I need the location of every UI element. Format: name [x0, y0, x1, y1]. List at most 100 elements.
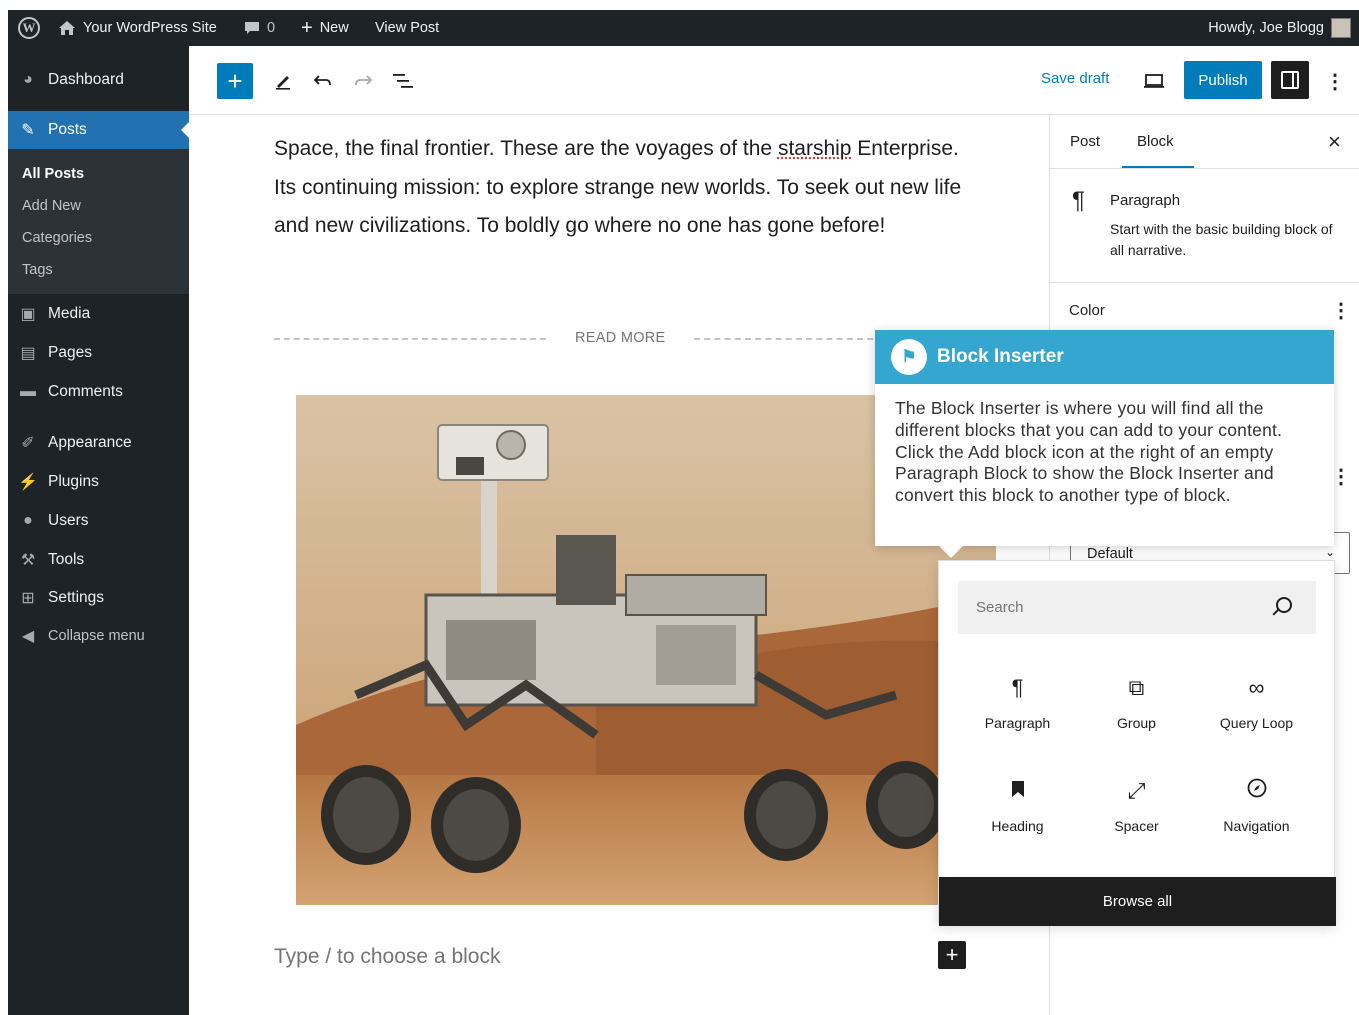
menu-collapse[interactable]: ◀ Collapse menu	[8, 617, 189, 655]
submenu-all-posts[interactable]: All Posts	[22, 166, 84, 182]
block-item-query-loop[interactable]: ∞ Query Loop	[1197, 661, 1316, 751]
submenu-tags[interactable]: Tags	[22, 262, 53, 278]
menu-appearance[interactable]: ✐ Appearance	[8, 424, 189, 462]
document-overview-button[interactable]	[385, 63, 421, 99]
settings-toggle-button[interactable]	[1271, 61, 1309, 99]
block-item-spacer[interactable]: ⤢ Spacer	[1077, 764, 1196, 854]
menu-posts[interactable]: ✎ Posts	[8, 111, 189, 149]
block-item-paragraph[interactable]: ¶ Paragraph	[958, 661, 1077, 751]
paragraph-text-start: Space, the final frontier. These are the…	[274, 137, 778, 160]
color-panel-title[interactable]: Color	[1069, 302, 1105, 319]
read-more-block[interactable]: READ MORE	[274, 326, 914, 350]
block-item-label: Spacer	[1077, 818, 1196, 834]
block-item-label: Query Loop	[1197, 715, 1316, 731]
empty-block-placeholder[interactable]: Type / to choose a block	[274, 945, 500, 969]
block-item-label: Heading	[958, 818, 1077, 834]
block-inserter-guide: ⚑ Block Inserter The Block Inserter is w…	[875, 330, 1334, 546]
misspelled-word: starship	[778, 137, 852, 160]
menu-dashboard[interactable]: ◕ Dashboard	[8, 61, 189, 99]
site-name-link[interactable]: Your WordPress Site	[58, 10, 217, 46]
guide-body: The Block Inserter is where you will fin…	[895, 398, 1315, 507]
posts-submenu: All Posts Add New Categories Tags	[8, 149, 189, 294]
guide-pointer	[937, 544, 965, 558]
menu-settings-label: Settings	[48, 589, 104, 607]
paragraph-block[interactable]: Space, the final frontier. These are the…	[274, 130, 974, 246]
resize-icon: ⤢	[1077, 778, 1196, 804]
comments-link[interactable]: 0	[244, 10, 275, 46]
sidebar-icon	[1281, 71, 1299, 89]
submenu-categories[interactable]: Categories	[22, 230, 92, 246]
browse-all-button[interactable]: Browse all	[939, 877, 1336, 926]
typography-options-icon[interactable]: ⋮	[1331, 467, 1351, 487]
block-item-heading[interactable]: Heading	[958, 764, 1077, 854]
editor-toolbar: + Save draft Publish ⋮	[189, 46, 1359, 115]
guide-header: ⚑ Block Inserter	[875, 330, 1334, 384]
menu-tools[interactable]: ⚒ Tools	[8, 541, 189, 579]
view-post-label: View Post	[375, 20, 439, 36]
block-card-description: Start with the basic building block of a…	[1110, 219, 1350, 261]
wordpress-logo-icon[interactable]: W	[18, 10, 40, 46]
site-name: Your WordPress Site	[83, 20, 217, 36]
menu-plugins[interactable]: ⚡ Plugins	[8, 463, 189, 501]
tab-block[interactable]: Block	[1137, 133, 1174, 150]
read-more-divider-left	[274, 338, 546, 340]
publish-button[interactable]: Publish	[1184, 61, 1262, 99]
greeting: Howdy, Joe Blogg	[1208, 20, 1324, 36]
group-icon: ⧉	[1077, 675, 1196, 701]
menu-posts-label: Posts	[48, 121, 87, 139]
block-item-label: Navigation	[1197, 818, 1316, 834]
menu-settings[interactable]: ⊞ Settings	[8, 579, 189, 617]
redo-button[interactable]	[345, 63, 381, 99]
comment-icon	[244, 20, 260, 36]
pencil-icon	[274, 72, 292, 90]
comments-count: 0	[267, 20, 275, 36]
menu-dashboard-label: Dashboard	[48, 71, 124, 89]
menu-pages[interactable]: ▤ Pages	[8, 334, 189, 372]
paragraph-icon: ¶	[1072, 187, 1085, 215]
account-menu[interactable]: Howdy, Joe Blogg	[1208, 10, 1351, 46]
pin-icon: ✎	[18, 120, 38, 140]
tools-button[interactable]	[265, 63, 301, 99]
save-draft-button[interactable]: Save draft	[1041, 70, 1109, 87]
media-icon: ▣	[18, 304, 38, 324]
compass-icon	[1197, 778, 1316, 804]
menu-plugins-label: Plugins	[48, 473, 99, 491]
guide-title: Block Inserter	[937, 346, 1064, 368]
add-block-button[interactable]: +	[217, 63, 253, 99]
block-search-input[interactable]	[958, 581, 1268, 634]
tab-post[interactable]: Post	[1070, 133, 1100, 150]
bookmark-icon	[958, 778, 1077, 804]
menu-pages-label: Pages	[48, 344, 92, 362]
admin-sidebar: ◕ Dashboard ✎ Posts All Posts Add New Ca…	[8, 46, 189, 1015]
block-inserter-popover: ¶ Paragraph ⧉ Group ∞ Query Loop Heading…	[938, 560, 1335, 925]
block-item-label: Group	[1077, 715, 1196, 731]
menu-comments[interactable]: ▬ Comments	[8, 373, 189, 411]
collapse-icon: ◀	[18, 626, 38, 646]
undo-button[interactable]	[305, 63, 341, 99]
new-content-link[interactable]: + New	[301, 10, 349, 46]
menu-comments-label: Comments	[48, 383, 123, 401]
color-options-icon[interactable]: ⋮	[1331, 301, 1351, 321]
view-post-link[interactable]: View Post	[375, 10, 439, 46]
search-icon	[1276, 597, 1292, 613]
block-item-navigation[interactable]: Navigation	[1197, 764, 1316, 854]
preview-button[interactable]	[1136, 63, 1172, 99]
wrench-icon: ⚒	[18, 550, 38, 570]
menu-media-label: Media	[48, 305, 90, 323]
list-view-icon	[392, 73, 414, 89]
inline-add-block-button[interactable]: +	[938, 941, 966, 969]
plus-icon: +	[301, 17, 313, 40]
read-more-label: READ MORE	[575, 330, 666, 346]
plus-icon: +	[227, 66, 242, 97]
block-card-title: Paragraph	[1110, 192, 1180, 209]
menu-users-label: Users	[48, 512, 88, 530]
menu-users[interactable]: ● Users	[8, 502, 189, 540]
options-button[interactable]: ⋮	[1317, 63, 1353, 99]
menu-collapse-label: Collapse menu	[48, 628, 145, 644]
loop-icon: ∞	[1197, 675, 1316, 701]
submenu-add-new[interactable]: Add New	[22, 198, 81, 214]
pages-icon: ▤	[18, 343, 38, 363]
close-icon[interactable]: ×	[1328, 129, 1341, 155]
block-item-group[interactable]: ⧉ Group	[1077, 661, 1196, 751]
menu-media[interactable]: ▣ Media	[8, 295, 189, 333]
